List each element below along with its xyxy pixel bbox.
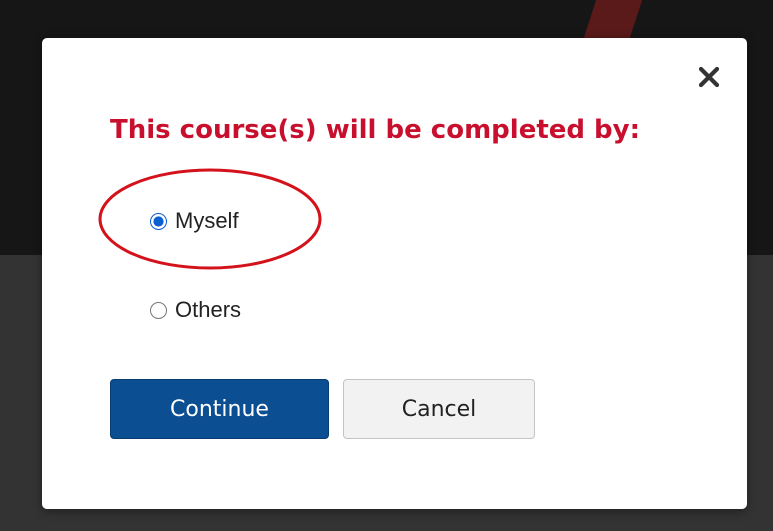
continue-button[interactable]: Continue	[110, 379, 329, 439]
cancel-button[interactable]: Cancel	[343, 379, 535, 439]
modal-title: This course(s) will be completed by:	[110, 115, 641, 145]
completion-modal: This course(s) will be completed by: Mys…	[42, 38, 747, 509]
radio-myself[interactable]	[150, 212, 167, 230]
close-button[interactable]	[692, 60, 726, 94]
radio-label-myself: Myself	[175, 208, 239, 233]
radio-others[interactable]	[150, 301, 167, 319]
close-icon	[698, 66, 720, 88]
radio-label-others: Others	[175, 297, 242, 322]
radio-option-others[interactable]: Others	[150, 295, 241, 325]
radio-option-myself[interactable]: Myself	[150, 206, 239, 236]
